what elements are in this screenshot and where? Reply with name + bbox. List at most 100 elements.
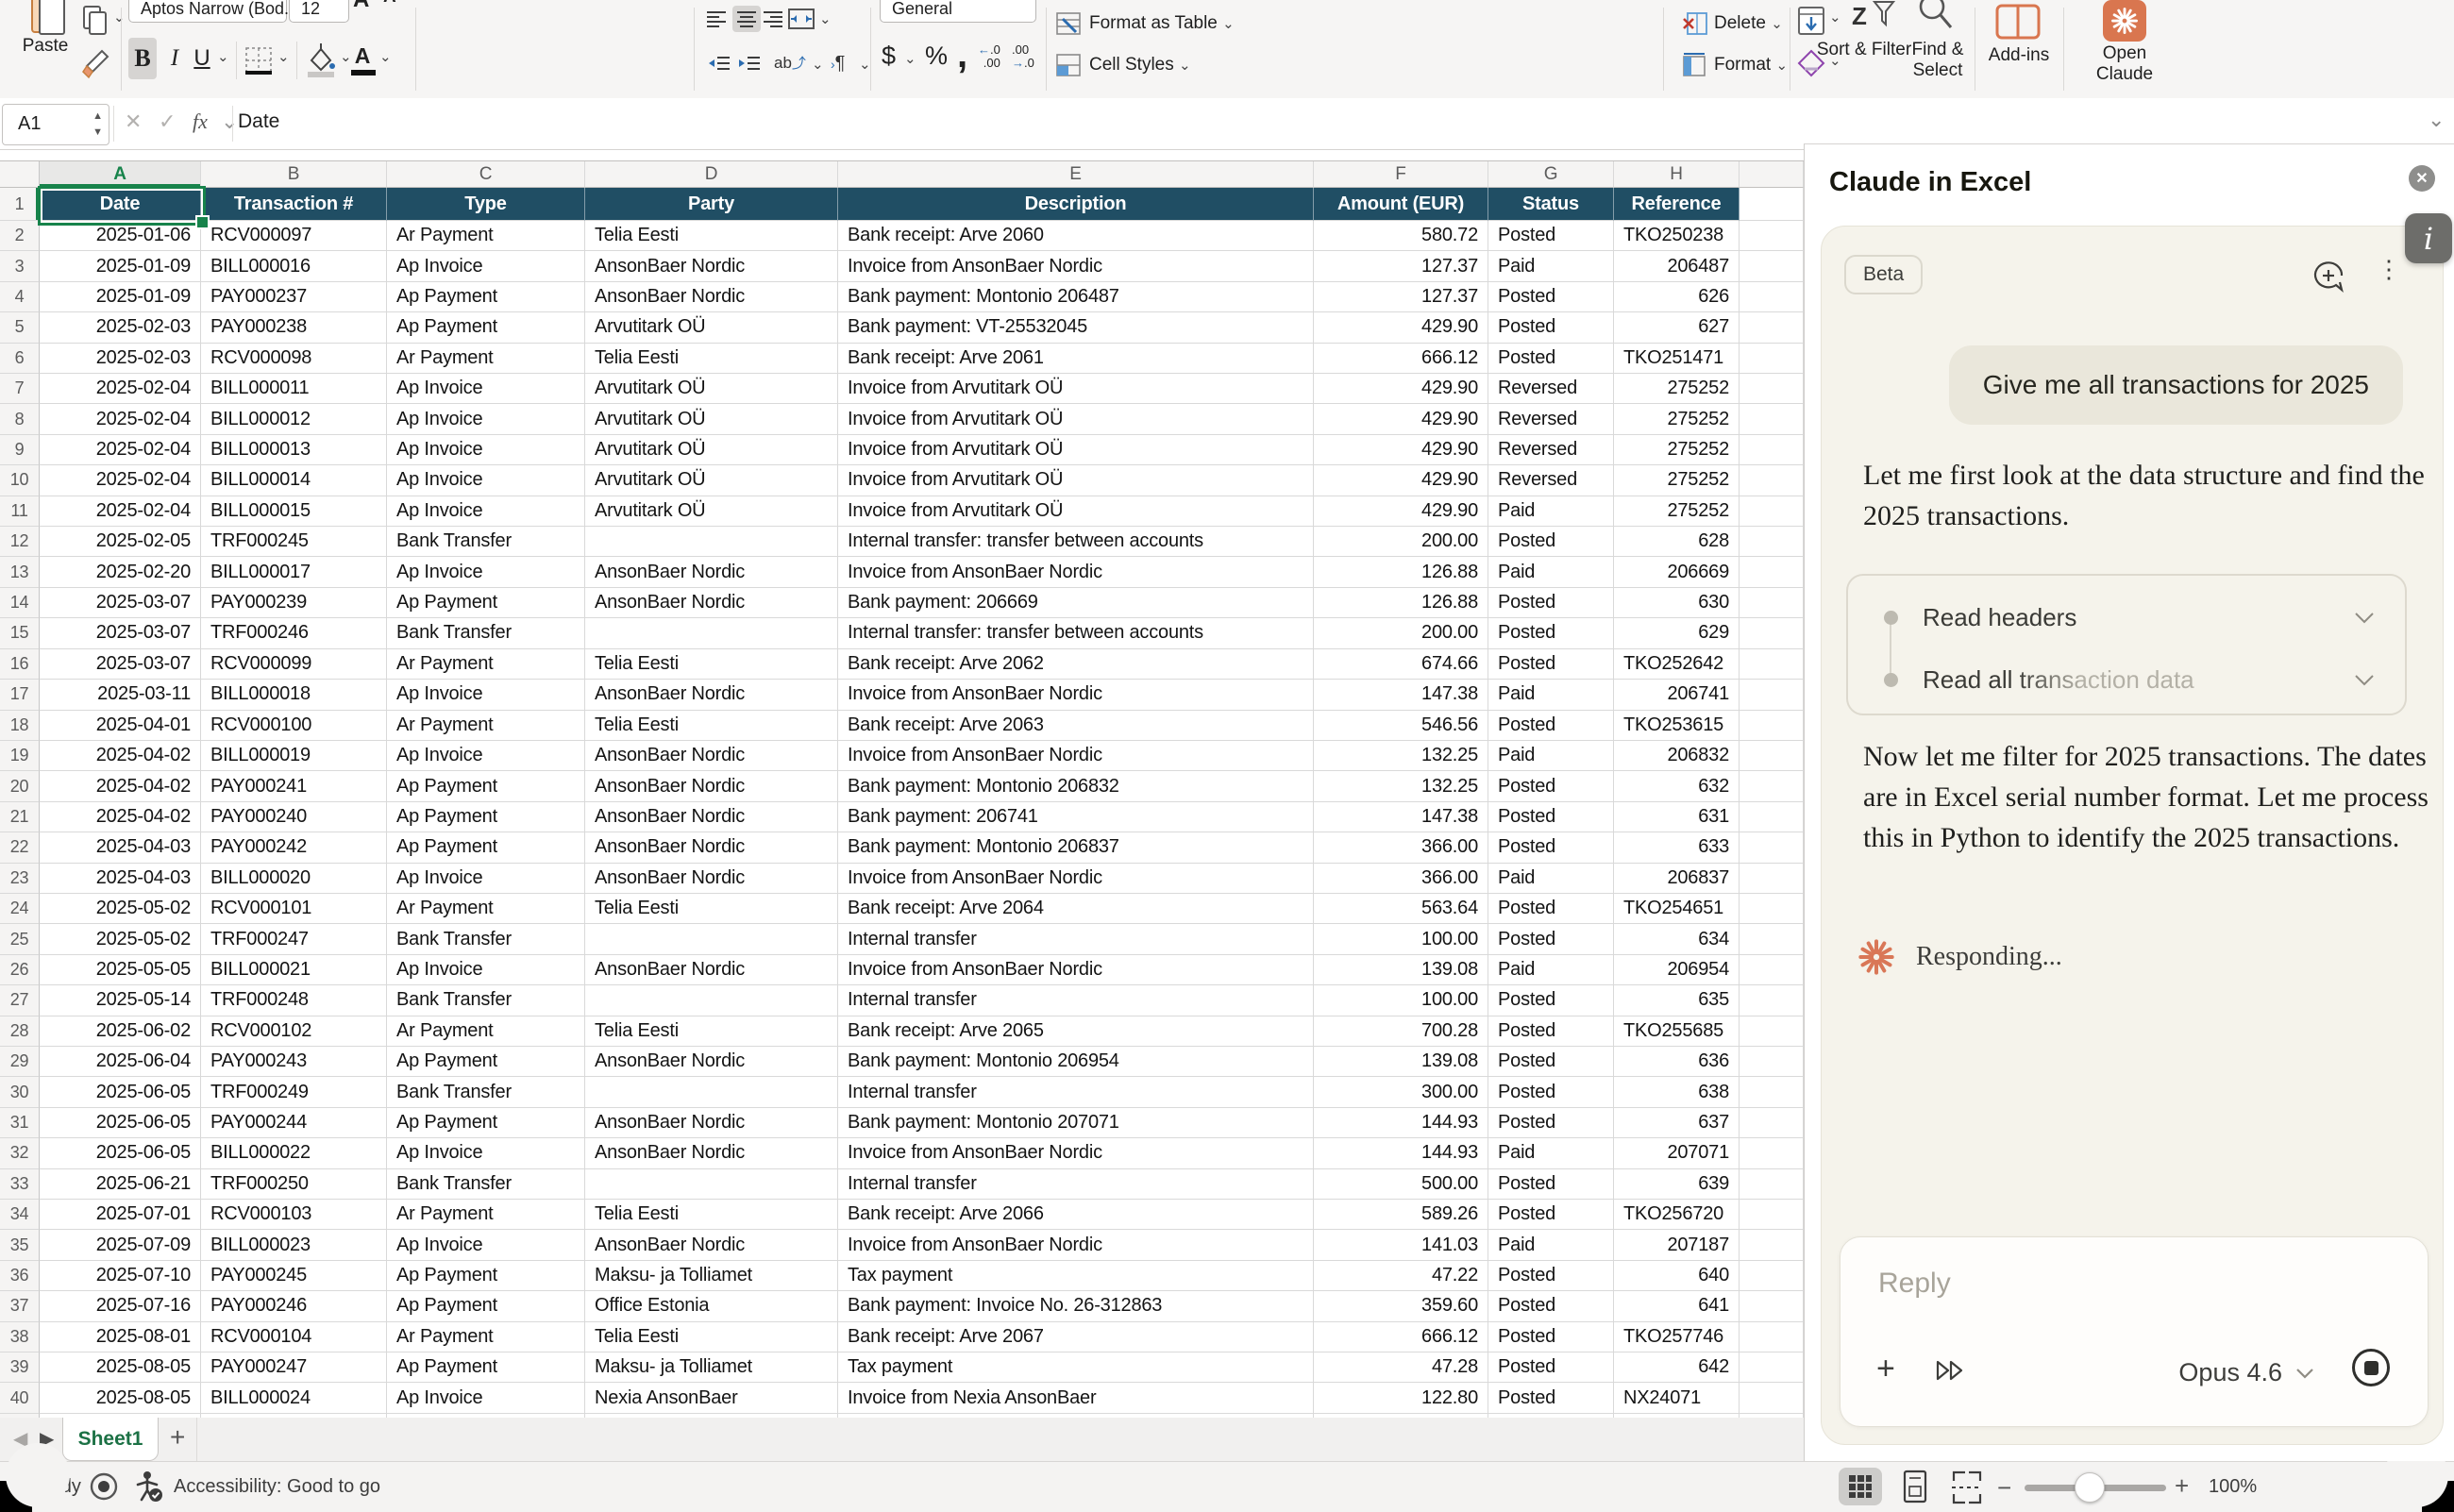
- cell[interactable]: PAY000243: [201, 1047, 387, 1077]
- row-header-23[interactable]: 23: [0, 864, 40, 894]
- cell[interactable]: Bank Transfer: [387, 1169, 585, 1200]
- table-header-cell[interactable]: Transaction #: [201, 188, 387, 221]
- cell[interactable]: Ap Payment: [387, 1108, 585, 1138]
- currency-chevron-icon[interactable]: ⌄: [904, 55, 916, 64]
- cell[interactable]: PAY000240: [201, 802, 387, 832]
- cell[interactable]: Ap Invoice: [387, 864, 585, 894]
- cell[interactable]: 2025-02-04: [40, 465, 201, 496]
- cell[interactable]: Reversed: [1488, 374, 1614, 404]
- cell[interactable]: Ap Payment: [387, 832, 585, 863]
- cell[interactable]: BILL000015: [201, 496, 387, 527]
- cell[interactable]: 275252: [1614, 374, 1740, 404]
- cell[interactable]: 2025-04-02: [40, 771, 201, 801]
- formula-bar-collapse-icon[interactable]: ⌄: [2428, 115, 2445, 125]
- cell[interactable]: Ar Payment: [387, 649, 585, 680]
- cell[interactable]: 2025-04-03: [40, 832, 201, 863]
- cell[interactable]: TRF000247: [201, 924, 387, 954]
- name-box[interactable]: A1 ▲ ▼: [2, 104, 109, 145]
- row-header-29[interactable]: 29: [0, 1047, 40, 1077]
- column-header-E[interactable]: E: [838, 161, 1314, 188]
- cell[interactable]: BILL000017: [201, 557, 387, 587]
- cell[interactable]: [1740, 955, 1804, 985]
- row-header-8[interactable]: 8: [0, 404, 40, 434]
- cell[interactable]: Invoice from Arvutitark OÜ: [838, 435, 1314, 465]
- cell[interactable]: 633: [1614, 832, 1740, 863]
- cell[interactable]: Ap Invoice: [387, 251, 585, 281]
- cell[interactable]: Paid: [1488, 496, 1614, 527]
- stop-button[interactable]: [2352, 1349, 2390, 1386]
- cell[interactable]: Posted: [1488, 221, 1614, 251]
- cell[interactable]: PAY000242: [201, 832, 387, 863]
- cell[interactable]: 122.80: [1314, 1383, 1488, 1413]
- cell[interactable]: Posted: [1488, 649, 1614, 680]
- cell[interactable]: Ar Payment: [387, 221, 585, 251]
- cell[interactable]: Bank payment: Montonio 206837: [838, 832, 1314, 863]
- cell[interactable]: Ar Payment: [387, 344, 585, 374]
- comma-button[interactable]: ,: [957, 34, 967, 76]
- currency-button[interactable]: $: [882, 42, 896, 71]
- shrink-font-icon[interactable]: A: [383, 0, 396, 8]
- cell[interactable]: 580.72: [1314, 221, 1488, 251]
- cell[interactable]: Ap Invoice: [387, 374, 585, 404]
- cell[interactable]: Invoice from Nexia AnsonBaer: [838, 1383, 1314, 1413]
- row-header-18[interactable]: 18: [0, 711, 40, 741]
- cell[interactable]: 2025-07-01: [40, 1200, 201, 1230]
- info-icon[interactable]: i: [2405, 213, 2452, 263]
- cell[interactable]: RCV000098: [201, 344, 387, 374]
- row-header-25[interactable]: 25: [0, 924, 40, 954]
- cell[interactable]: 2025-02-03: [40, 312, 201, 343]
- chevron-down-icon[interactable]: [2354, 612, 2375, 624]
- align-middle-icon[interactable]: [732, 6, 761, 32]
- cell[interactable]: 2025-03-07: [40, 588, 201, 618]
- cell[interactable]: Bank receipt: Arve 2062: [838, 649, 1314, 680]
- delete-icon[interactable]: [1682, 11, 1708, 36]
- underline-chevron-icon[interactable]: ⌄: [217, 53, 229, 62]
- cell[interactable]: Invoice from Arvutitark OÜ: [838, 465, 1314, 496]
- cell[interactable]: Invoice from AnsonBaer Nordic: [838, 1138, 1314, 1168]
- cell[interactable]: AnsonBaer Nordic: [585, 282, 838, 312]
- cell[interactable]: Bank payment: Montonio 206487: [838, 282, 1314, 312]
- cell[interactable]: PAY000237: [201, 282, 387, 312]
- cell[interactable]: 634: [1614, 924, 1740, 954]
- cell[interactable]: 630: [1614, 588, 1740, 618]
- merge-center-icon[interactable]: [787, 8, 815, 30]
- cell[interactable]: Paid: [1488, 741, 1614, 771]
- row-header-34[interactable]: 34: [0, 1200, 40, 1230]
- cell[interactable]: 2025-02-04: [40, 435, 201, 465]
- cell[interactable]: 275252: [1614, 435, 1740, 465]
- row-header-27[interactable]: 27: [0, 985, 40, 1016]
- row-header-31[interactable]: 31: [0, 1108, 40, 1138]
- cell[interactable]: Ap Payment: [387, 802, 585, 832]
- cell[interactable]: 47.28: [1314, 1352, 1488, 1383]
- row-header-3[interactable]: 3: [0, 251, 40, 281]
- zoom-in-button[interactable]: +: [2175, 1471, 2189, 1501]
- cell[interactable]: RCV000104: [201, 1322, 387, 1352]
- cell[interactable]: 139.08: [1314, 1047, 1488, 1077]
- cell[interactable]: AnsonBaer Nordic: [585, 1047, 838, 1077]
- formula-input[interactable]: Date: [238, 110, 279, 133]
- cell[interactable]: 200.00: [1314, 527, 1488, 557]
- cell[interactable]: 589.26: [1314, 1200, 1488, 1230]
- cell[interactable]: Ap Invoice: [387, 496, 585, 527]
- cell[interactable]: Ap Invoice: [387, 741, 585, 771]
- cell[interactable]: Posted: [1488, 588, 1614, 618]
- wrap-text-icon[interactable]: ›¶: [831, 53, 845, 75]
- orientation-chevron-icon[interactable]: ⌄: [812, 60, 824, 70]
- cell[interactable]: [1740, 1016, 1804, 1047]
- cell[interactable]: [1740, 312, 1804, 343]
- row-header-10[interactable]: 10: [0, 465, 40, 496]
- cell[interactable]: 366.00: [1314, 832, 1488, 863]
- cell[interactable]: Ar Payment: [387, 711, 585, 741]
- cell[interactable]: [1740, 1383, 1804, 1413]
- cell[interactable]: Arvutitark OÜ: [585, 496, 838, 527]
- reply-input[interactable]: Reply: [1878, 1268, 1951, 1300]
- cell[interactable]: BILL000018: [201, 680, 387, 710]
- fill-chevron-icon[interactable]: ⌄: [1829, 13, 1841, 23]
- cell[interactable]: Ap Payment: [387, 1352, 585, 1383]
- cell[interactable]: 132.25: [1314, 771, 1488, 801]
- cell[interactable]: Posted: [1488, 832, 1614, 863]
- cell[interactable]: 2025-05-05: [40, 955, 201, 985]
- cell[interactable]: [1740, 404, 1804, 434]
- bold-button[interactable]: B: [128, 38, 157, 79]
- cell[interactable]: TKO256720: [1614, 1200, 1740, 1230]
